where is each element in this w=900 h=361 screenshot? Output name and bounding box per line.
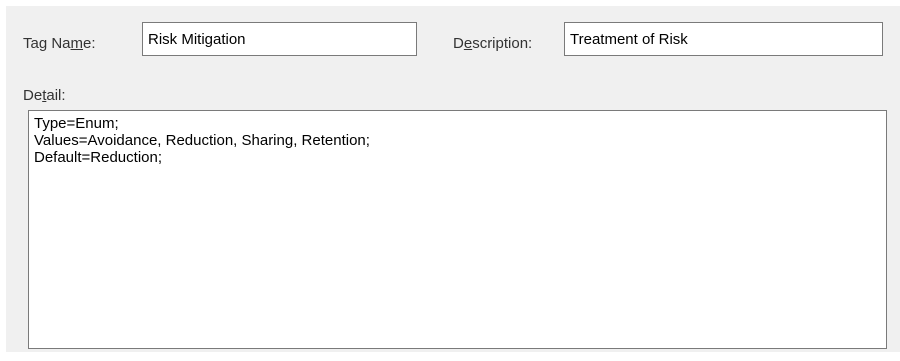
description-input[interactable] — [564, 22, 883, 56]
detail-label: Detail: — [23, 87, 66, 104]
tag-definition-panel: Tag Name: Description: Detail: Type=Enum… — [6, 6, 900, 352]
tag-name-input[interactable] — [142, 22, 417, 56]
description-label: Description: — [453, 35, 533, 52]
detail-textarea[interactable]: Type=Enum; Values=Avoidance, Reduction, … — [28, 110, 887, 349]
tag-name-label: Tag Name: — [23, 35, 96, 52]
